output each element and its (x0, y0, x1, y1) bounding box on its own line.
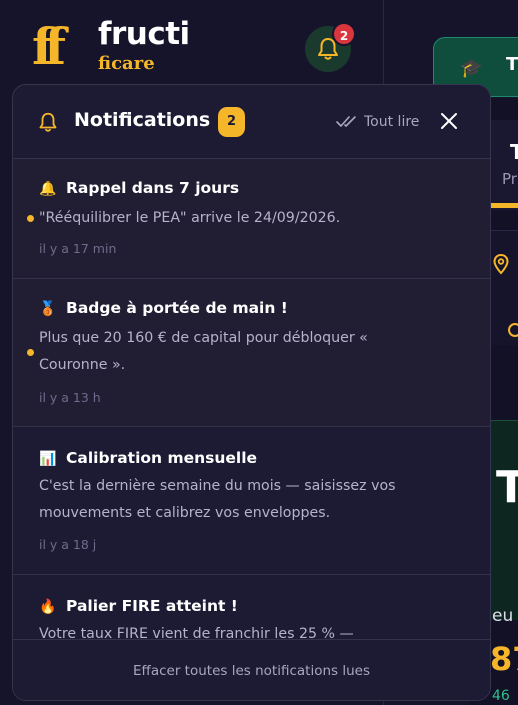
clear-read-notifications-button[interactable]: Effacer toutes les notifications lues (13, 639, 490, 700)
panel-title: Notifications (74, 109, 211, 131)
notification-title-text: Palier FIRE atteint ! (66, 597, 238, 615)
notification-time: il y a 17 min (39, 241, 117, 256)
mark-all-read-label: Tout lire (364, 114, 420, 130)
bell-icon: 🔔 (39, 181, 57, 197)
notification-body: "Rééquilibrer le PEA" arrive le 24/09/20… (39, 210, 341, 226)
notifications-panel-header: Notifications 2 Tout lire (13, 85, 490, 159)
panel-count-badge: 2 (218, 107, 245, 137)
notification-item[interactable]: 📊 Calibration mensuelle C'est la dernière… (13, 427, 490, 575)
logo-mark: ff (32, 17, 66, 76)
notification-time: il y a 13 h (39, 390, 101, 405)
notification-item[interactable]: 🥉 Badge à portée de main ! Plus que 20 16… (13, 279, 490, 427)
background-cut-label: eu (492, 606, 514, 626)
notification-title: 🔔 Rappel dans 7 jours (39, 179, 239, 197)
unread-dot (27, 349, 34, 356)
background-cut-value: 46 4 (492, 688, 510, 705)
background-tab-underline (490, 203, 518, 208)
double-check-icon (336, 116, 356, 127)
bell-icon (39, 112, 57, 132)
fire-icon: 🔥 (39, 599, 57, 615)
unread-count-badge: 2 (332, 22, 356, 46)
close-icon[interactable] (439, 111, 459, 131)
map-pin-icon (493, 253, 509, 275)
graduation-cap-icon: 🎓 (460, 58, 483, 79)
background-stat-card (490, 420, 518, 620)
chart-icon: 📊 (39, 451, 57, 467)
notification-title-text: Badge à portée de main ! (66, 299, 288, 317)
notification-title: 🥉 Badge à portée de main ! (39, 299, 288, 317)
background-cut-number: 87 (490, 640, 518, 678)
unread-dot (27, 215, 34, 222)
notification-title: 📊 Calibration mensuelle (39, 449, 257, 467)
background-tab-label: T (506, 54, 518, 75)
notification-time: il y a 18 j (39, 537, 97, 552)
fructificare-logo[interactable]: ff fructi ficare (32, 16, 222, 78)
notification-body: C'est la dernière semaine du mois — sais… (39, 478, 396, 521)
notification-title-text: Calibration mensuelle (66, 449, 258, 467)
mark-all-read-button[interactable]: Tout lire (336, 112, 419, 132)
background-big-letter: T (496, 462, 518, 513)
background-section-sub: Pr (502, 170, 517, 188)
notification-title-text: Rappel dans 7 jours (66, 179, 240, 197)
notification-body: Plus que 20 160 € de capital pour débloq… (39, 330, 368, 373)
logo-name-line1: fructi (98, 16, 190, 52)
notifications-panel: Notifications 2 Tout lire 🔔 Rappel dans 7… (12, 84, 491, 701)
notification-item[interactable]: 🔔 Rappel dans 7 jours "Rééquilibrer le PE… (13, 159, 490, 279)
notification-title: 🔥 Palier FIRE atteint ! (39, 597, 238, 615)
logo-name-line2: ficare (98, 53, 155, 74)
medal-icon: 🥉 (39, 301, 57, 317)
background-section-title: T (510, 140, 518, 164)
help-icon[interactable] (508, 323, 518, 337)
